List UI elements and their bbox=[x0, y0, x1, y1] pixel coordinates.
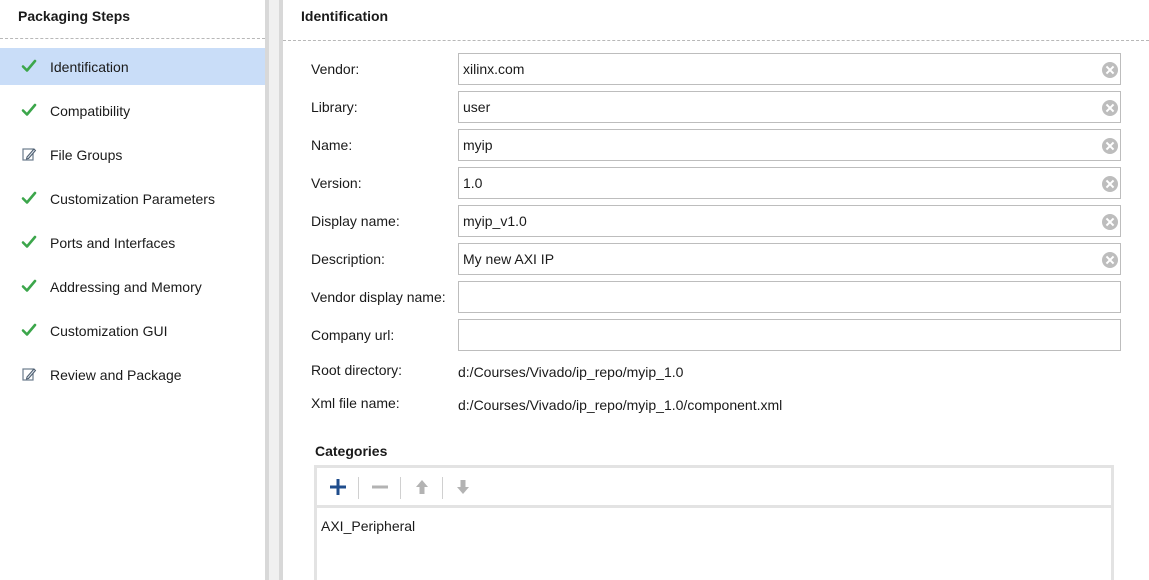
check-icon bbox=[21, 323, 37, 336]
step-review-and-package[interactable]: Review and Package bbox=[0, 356, 265, 400]
clear-icon[interactable] bbox=[1102, 176, 1118, 192]
vendor-display-name-row: Vendor display name: bbox=[283, 281, 1149, 313]
description-row: Description: My new AXI IP bbox=[283, 243, 1149, 275]
name-label: Name: bbox=[311, 137, 353, 153]
description-field[interactable]: My new AXI IP bbox=[458, 243, 1121, 275]
version-field[interactable]: 1.0 bbox=[458, 167, 1121, 199]
remove-icon[interactable] bbox=[369, 476, 391, 498]
step-file-groups[interactable]: File Groups bbox=[0, 136, 265, 180]
display-name-label: Display name: bbox=[311, 213, 400, 229]
display-name-field[interactable]: myip_v1.0 bbox=[458, 205, 1121, 237]
step-label: Compatibility bbox=[50, 103, 131, 119]
check-icon bbox=[21, 59, 37, 72]
divider bbox=[283, 40, 1149, 41]
packaging-steps-panel: Packaging Steps Identification Compatibi… bbox=[0, 0, 265, 580]
edit-icon bbox=[22, 148, 37, 161]
version-value: 1.0 bbox=[463, 175, 483, 191]
toolbar-separator bbox=[442, 477, 443, 499]
step-customization-gui[interactable]: Customization GUI bbox=[0, 312, 265, 356]
xml-file-value: d:/Courses/Vivado/ip_repo/myip_1.0/compo… bbox=[458, 397, 783, 413]
root-directory-value: d:/Courses/Vivado/ip_repo/myip_1.0 bbox=[458, 364, 684, 380]
clear-icon[interactable] bbox=[1102, 138, 1118, 154]
step-highlight bbox=[0, 48, 265, 85]
move-up-icon[interactable] bbox=[411, 476, 433, 498]
step-label: Identification bbox=[50, 59, 129, 75]
add-icon[interactable] bbox=[327, 476, 349, 498]
description-label: Description: bbox=[311, 251, 385, 267]
clear-icon[interactable] bbox=[1102, 100, 1118, 116]
library-label: Library: bbox=[311, 99, 358, 115]
company-url-field[interactable] bbox=[458, 319, 1121, 351]
toolbar-separator bbox=[400, 477, 401, 499]
page-title: Identification bbox=[301, 8, 389, 24]
step-label: Customization GUI bbox=[50, 323, 168, 339]
step-label: Review and Package bbox=[50, 367, 182, 383]
categories-toolbar bbox=[317, 468, 1111, 508]
display-name-value: myip_v1.0 bbox=[463, 213, 527, 229]
panel-splitter[interactable] bbox=[265, 0, 283, 580]
vendor-label: Vendor: bbox=[311, 61, 360, 77]
step-label: Ports and Interfaces bbox=[50, 235, 176, 251]
step-label: File Groups bbox=[50, 147, 123, 163]
categories-title: Categories bbox=[315, 443, 388, 459]
root-directory-label: Root directory: bbox=[311, 362, 403, 378]
version-row: Version: 1.0 bbox=[283, 167, 1149, 199]
root-directory-row: Root directory: d:/Courses/Vivado/ip_rep… bbox=[283, 362, 1149, 382]
company-url-row: Company url: bbox=[283, 319, 1149, 351]
packaging-steps-title: Packaging Steps bbox=[18, 8, 131, 24]
version-label: Version: bbox=[311, 175, 362, 191]
name-value: myip bbox=[463, 137, 493, 153]
step-label: Addressing and Memory bbox=[50, 279, 202, 295]
toolbar-separator bbox=[358, 477, 359, 499]
edit-icon bbox=[22, 368, 37, 381]
display-name-row: Display name: myip_v1.0 bbox=[283, 205, 1149, 237]
company-url-label: Company url: bbox=[311, 327, 395, 343]
library-field[interactable]: user bbox=[458, 91, 1121, 123]
clear-icon[interactable] bbox=[1102, 62, 1118, 78]
clear-icon[interactable] bbox=[1102, 252, 1118, 268]
check-icon bbox=[21, 103, 37, 116]
identification-panel: Identification Vendor: xilinx.com Librar… bbox=[283, 0, 1149, 580]
divider bbox=[0, 38, 265, 39]
check-icon bbox=[21, 235, 37, 248]
step-customization-parameters[interactable]: Customization Parameters bbox=[0, 180, 265, 224]
step-addressing-and-memory[interactable]: Addressing and Memory bbox=[0, 268, 265, 312]
move-down-icon[interactable] bbox=[452, 476, 474, 498]
name-row: Name: myip bbox=[283, 129, 1149, 161]
categories-box: AXI_Peripheral bbox=[314, 465, 1114, 580]
step-compatibility[interactable]: Compatibility bbox=[0, 92, 265, 136]
check-icon bbox=[21, 191, 37, 204]
vendor-row: Vendor: xilinx.com bbox=[283, 53, 1149, 85]
vendor-display-name-label: Vendor display name: bbox=[311, 289, 446, 305]
library-value: user bbox=[463, 99, 491, 115]
name-field[interactable]: myip bbox=[458, 129, 1121, 161]
splitter-edge bbox=[265, 0, 269, 580]
step-ports-and-interfaces[interactable]: Ports and Interfaces bbox=[0, 224, 265, 268]
description-value: My new AXI IP bbox=[463, 251, 555, 267]
vendor-value: xilinx.com bbox=[463, 61, 525, 77]
list-item[interactable]: AXI_Peripheral bbox=[321, 518, 415, 534]
step-label: Customization Parameters bbox=[50, 191, 215, 207]
library-row: Library: user bbox=[283, 91, 1149, 123]
step-identification[interactable]: Identification bbox=[0, 48, 265, 92]
steps-list: Identification Compatibility File Groups… bbox=[0, 48, 265, 400]
check-icon bbox=[21, 279, 37, 292]
xml-file-label: Xml file name: bbox=[311, 395, 400, 411]
vendor-field[interactable]: xilinx.com bbox=[458, 53, 1121, 85]
clear-icon[interactable] bbox=[1102, 214, 1118, 230]
xml-file-row: Xml file name: d:/Courses/Vivado/ip_repo… bbox=[283, 395, 1149, 415]
vendor-display-name-field[interactable] bbox=[458, 281, 1121, 313]
